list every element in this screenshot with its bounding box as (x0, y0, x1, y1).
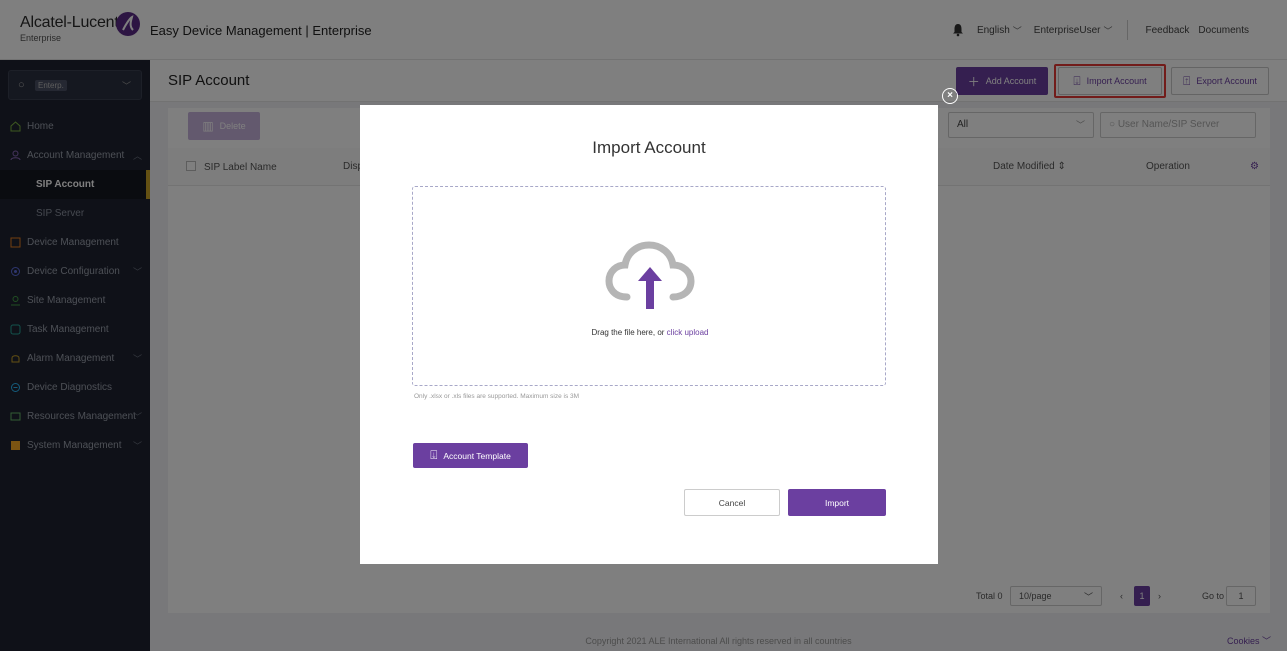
drop-instructions: Drag the file here, or click upload (413, 328, 887, 337)
cloud-upload-icon (603, 239, 697, 314)
file-hint: Only .xlsx or .xls files are supported. … (414, 393, 580, 400)
upload-dropzone[interactable]: Drag the file here, or click upload (412, 186, 886, 386)
import-button[interactable]: Import (788, 489, 886, 516)
click-upload-link[interactable]: click upload (667, 328, 709, 337)
import-account-dialog: Import Account Drag the file here, or cl… (360, 105, 938, 564)
template-label: Account Template (443, 450, 511, 461)
download-icon: ⍗ (430, 448, 438, 462)
close-icon[interactable]: × (942, 88, 958, 104)
dialog-title: Import Account (592, 138, 706, 157)
cancel-button[interactable]: Cancel (684, 489, 780, 516)
drop-text: Drag the file here, or (591, 328, 667, 337)
account-template-button[interactable]: ⍗ Account Template (413, 443, 528, 468)
